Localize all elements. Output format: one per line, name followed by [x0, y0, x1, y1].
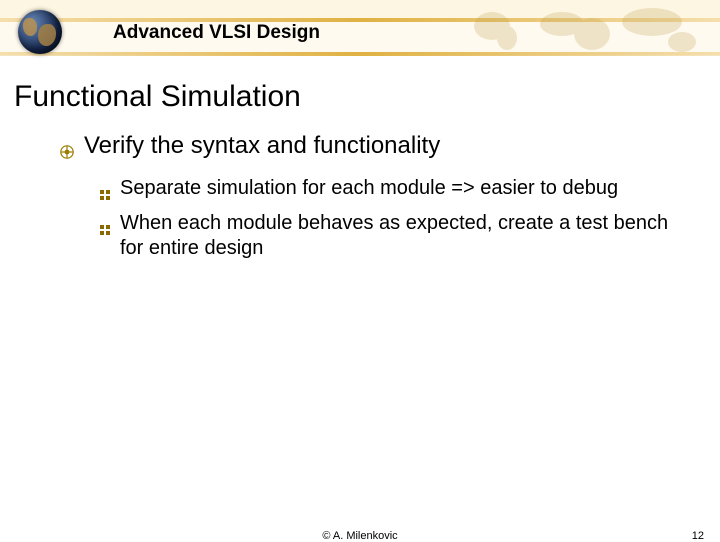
copyright-text: © A. Milenkovic: [322, 530, 397, 542]
course-title: Advanced VLSI Design: [113, 22, 320, 44]
slide-content: Verify the syntax and functionality Sepa…: [60, 132, 680, 265]
bullet-level2: Separate simulation for each module => e…: [100, 176, 680, 207]
page-number: 12: [692, 530, 704, 542]
bullet-icon-l1: [60, 138, 74, 166]
bullet-icon-l2: [100, 182, 110, 207]
bullet-icon-l2: [100, 217, 110, 242]
bullet-level2: When each module behaves as expected, cr…: [100, 211, 680, 261]
slide-title: Functional Simulation: [14, 80, 301, 114]
world-map-decoration: [462, 6, 712, 54]
bullet-l1-text: Verify the syntax and functionality: [84, 132, 440, 160]
bullet-level1: Verify the syntax and functionality: [60, 132, 680, 166]
header-bar: Advanced VLSI Design: [0, 0, 720, 55]
bullet-l2-text: When each module behaves as expected, cr…: [120, 211, 680, 261]
bullet-l2-text: Separate simulation for each module => e…: [120, 176, 618, 201]
globe-icon: [18, 10, 62, 54]
